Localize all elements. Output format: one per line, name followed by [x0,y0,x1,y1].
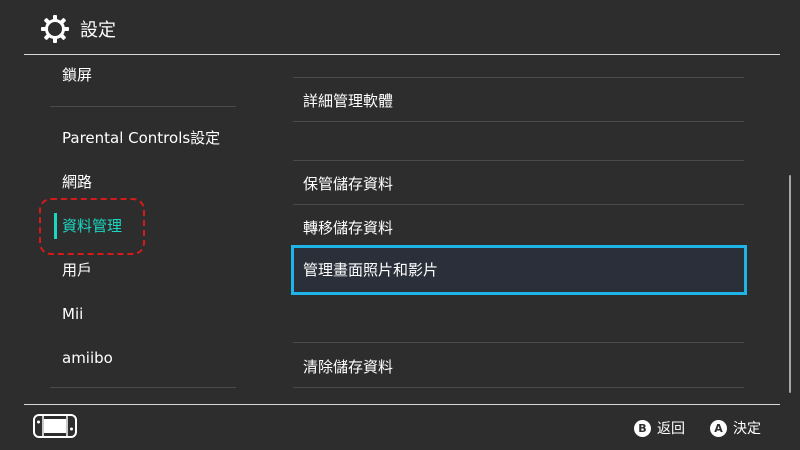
list-item-backup-save-data[interactable]: 保管儲存資料 [303,174,393,194]
confirm-hint[interactable]: A 決定 [710,418,761,438]
row-divider [293,160,744,161]
page-title: 設定 [80,20,116,41]
list-item-delete-save-data[interactable]: 清除儲存資料 [303,357,393,377]
row-divider [293,121,744,122]
confirm-label: 決定 [733,421,761,437]
scrollbar[interactable] [789,175,791,393]
list-item-label: 管理畫面照片和影片 [303,261,439,279]
sidebar-divider [50,106,236,107]
annotation-highlight [39,198,145,255]
sidebar-item-parental-controls[interactable]: Parental Controls設定 [62,128,220,148]
sidebar-item-internet[interactable]: 網路 [62,172,92,192]
b-button-icon: B [634,419,651,437]
list-item-manage-software[interactable]: 詳細管理軟體 [303,91,393,111]
list-item-manage-screenshots[interactable]: 管理畫面照片和影片 [291,245,747,295]
list-item-transfer-save-data[interactable]: 轉移儲存資料 [303,218,393,238]
gear-icon [41,15,69,43]
header: 設定 [0,0,800,54]
back-label: 返回 [657,421,685,437]
row-divider [293,204,744,205]
switch-console-icon [33,414,77,438]
sidebar-divider [50,387,236,388]
row-divider [293,342,744,343]
sidebar-item-lock-screen[interactable]: 鎖屏 [62,65,92,85]
row-divider [293,387,744,388]
sidebar-item-users[interactable]: 用戶 [62,260,92,280]
back-hint[interactable]: B 返回 [634,418,685,438]
sidebar-item-mii[interactable]: Mii [62,304,83,324]
row-divider [293,77,744,78]
a-button-icon: A [710,419,727,437]
header-divider [24,54,780,55]
sidebar-item-amiibo[interactable]: amiibo [62,348,113,368]
